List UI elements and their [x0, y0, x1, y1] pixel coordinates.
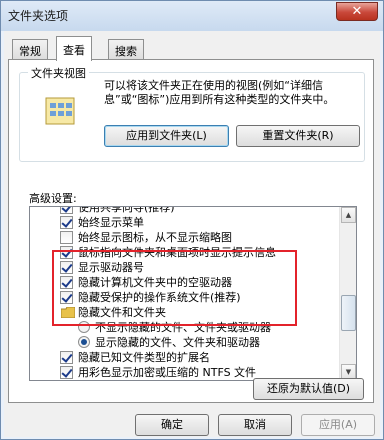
folder-views-icon — [45, 97, 75, 125]
tab-general[interactable]: 常规 — [12, 39, 48, 60]
reset-folders-button[interactable]: 重置文件夹(R) — [236, 125, 360, 147]
setting-checkbox[interactable] — [60, 216, 73, 229]
setting-label: 用彩色显示加密或压缩的 NTFS 文件 — [78, 366, 257, 379]
advanced-setting-row[interactable]: 使用共享向导(推荐) — [30, 206, 341, 215]
apply-button[interactable]: 应用(A) — [301, 414, 375, 436]
tab-view[interactable]: 查看 — [56, 36, 92, 61]
folder-views-group: 文件夹视图 可以将该文件夹正在使用的视图(例如“详细信息”或“图标”)应用到所有… — [19, 65, 365, 162]
advanced-setting-row[interactable]: 始终显示菜单 — [30, 215, 341, 230]
dialog-client-area: 常规 查看 搜索 文件夹视图 可以将该文件夹正在使用的视图(例如“详细信息”或“… — [4, 31, 380, 437]
restore-defaults-button[interactable]: 还原为默认值(D) — [253, 378, 364, 400]
setting-label: 始终显示菜单 — [78, 216, 144, 229]
apply-to-folders-button[interactable]: 应用到文件夹(L) — [104, 125, 229, 147]
setting-label: 在标题栏显示完整路径(仅限经典主题) — [78, 380, 263, 381]
advanced-setting-row[interactable]: 始终显示图标，从不显示缩略图 — [30, 230, 341, 245]
setting-radio[interactable] — [78, 336, 90, 348]
close-button[interactable]: ✕ — [336, 2, 378, 21]
setting-checkbox[interactable] — [60, 231, 73, 244]
advanced-setting-row[interactable]: 隐藏已知文件类型的扩展名 — [30, 350, 341, 365]
ok-button[interactable]: 确定 — [135, 414, 209, 436]
window-title: 文件夹选项 — [8, 9, 69, 23]
advanced-settings-label: 高级设置: — [29, 192, 77, 205]
setting-label: 隐藏已知文件类型的扩展名 — [78, 351, 210, 364]
setting-checkbox[interactable] — [60, 207, 73, 214]
setting-checkbox[interactable] — [60, 351, 73, 364]
setting-label: 显示隐藏的文件、文件夹和驱动器 — [95, 336, 260, 349]
setting-label: 始终显示图标，从不显示缩略图 — [78, 231, 232, 244]
advanced-setting-row[interactable]: 显示隐藏的文件、文件夹和驱动器 — [30, 335, 341, 350]
tab-search[interactable]: 搜索 — [108, 39, 144, 60]
red-highlight-box — [52, 250, 297, 326]
folder-options-window: 文件夹选项 ✕ 常规 查看 搜索 文件夹视图 可以将该文件夹正在使用的视图(例如… — [0, 0, 384, 440]
vertical-scrollbar[interactable]: ▲ ▼ — [339, 207, 356, 380]
folder-views-label: 文件夹视图 — [28, 65, 89, 81]
setting-label: 使用共享向导(推荐) — [78, 206, 175, 214]
title-bar[interactable]: 文件夹选项 ✕ — [1, 1, 383, 31]
scroll-thumb[interactable] — [341, 295, 356, 331]
view-tab-panel: 文件夹视图 可以将该文件夹正在使用的视图(例如“详细信息”或“图标”)应用到所有… — [8, 59, 374, 403]
setting-checkbox[interactable] — [60, 366, 73, 379]
folder-views-description: 可以将该文件夹正在使用的视图(例如“详细信息”或“图标”)应用到所有这种类型的文… — [104, 79, 335, 106]
scroll-up-arrow[interactable]: ▲ — [341, 207, 356, 223]
cancel-button[interactable]: 取消 — [218, 414, 292, 436]
